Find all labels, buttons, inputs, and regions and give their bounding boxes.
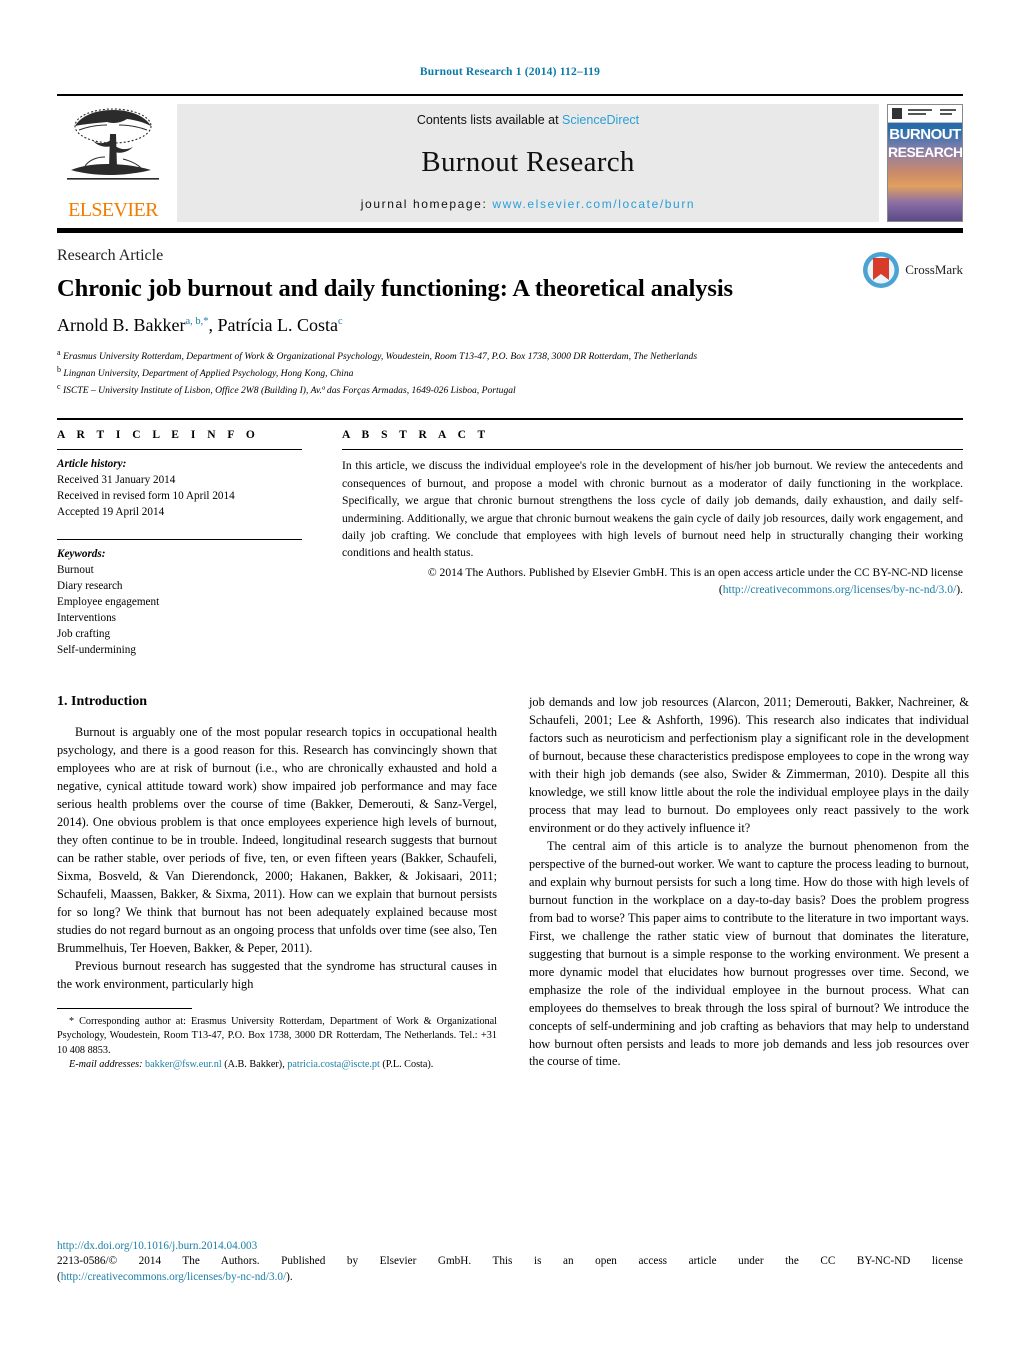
affiliation-text: ISCTE – University Institute of Lisbon, …: [62, 385, 516, 397]
article-header: CrossMark Research Article Chronic job b…: [57, 247, 963, 398]
keyword-item: Burnout: [57, 563, 94, 576]
contents-available-line: Contents lists available at ScienceDirec…: [417, 113, 639, 127]
cc-license-link-footer[interactable]: http://creativecommons.org/licenses/by-n…: [61, 1271, 286, 1283]
elsevier-logo: ELSEVIER: [57, 104, 169, 222]
keyword-item: Interventions: [57, 611, 117, 624]
cover-word-research: RESEARCH: [888, 144, 963, 160]
article-info-column: A R T I C L E I N F O Article history: R…: [57, 429, 302, 658]
affiliation-marker: a: [57, 348, 61, 358]
article-type: Research Article: [57, 247, 164, 264]
crossmark-icon: [863, 252, 900, 288]
article-history-block: Article history: Received 31 January 201…: [57, 457, 302, 521]
article-info-heading: A R T I C L E I N F O: [57, 429, 260, 442]
abstract-divider: [342, 449, 963, 451]
history-item: Accepted 19 April 2014: [57, 506, 165, 519]
affiliation-item: c ISCTE – University Institute of Lisbon…: [57, 381, 963, 398]
author-separator: ,: [208, 315, 218, 336]
email-link-costa[interactable]: patricia.costa@iscte.pt: [287, 1059, 380, 1070]
author-list: Arnold B. Bakkera, b,*, Patrícia L. Cost…: [57, 315, 963, 336]
email-link-bakker[interactable]: bakker@fsw.eur.nl: [145, 1059, 222, 1070]
abstract-heading: A B S T R A C T: [342, 429, 490, 442]
crossmark-badge[interactable]: CrossMark: [862, 251, 963, 289]
email-label: E-mail addresses:: [69, 1059, 143, 1071]
affiliation-item: a Erasmus University Rotterdam, Departme…: [57, 347, 963, 364]
footnote-block: * Corresponding author at: Erasmus Unive…: [57, 1015, 497, 1073]
cover-header-strip: [888, 105, 962, 123]
article-history-label: Article history:: [57, 458, 127, 471]
masthead-center: Contents lists available at ScienceDirec…: [177, 104, 879, 222]
issn-license-line: 2213-0586/© 2014 The Authors. Published …: [57, 1253, 963, 1285]
issn-text: 2213-0586/© 2014 The Authors. Published …: [57, 1254, 963, 1267]
affiliation-text: Lingnan University, Department of Applie…: [63, 368, 354, 380]
history-item: Received 31 January 2014: [57, 474, 176, 487]
abstract-text: In this article, we discuss the individu…: [342, 459, 963, 560]
body-paragraph: Previous burnout research has suggested …: [57, 958, 497, 991]
keyword-item: Employee engagement: [57, 595, 160, 608]
journal-masthead: ELSEVIER Contents lists available at Sci…: [57, 94, 963, 222]
left-column: 1. Introduction Burnout is arguably one …: [57, 694, 497, 1072]
contents-prefix: Contents lists available at: [416, 113, 563, 127]
affiliation-marker: c: [57, 382, 61, 392]
elsevier-tree-icon: [67, 108, 159, 180]
affiliation-marker: b: [57, 365, 61, 375]
email-owner-1: (A.B. Bakker),: [221, 1059, 288, 1071]
running-head: Burnout Research 1 (2014) 112–119: [419, 66, 601, 78]
copyright-suffix: ).: [956, 583, 963, 597]
abstract-column: A B S T R A C T In this article, we disc…: [342, 429, 963, 658]
homepage-url-link[interactable]: www.elsevier.com/locate/burn: [492, 197, 695, 211]
page-footer: http://dx.doi.org/10.1016/j.burn.2014.04…: [57, 1240, 963, 1285]
affiliation-list: a Erasmus University Rotterdam, Departme…: [57, 347, 963, 398]
body-columns: 1. Introduction Burnout is arguably one …: [57, 694, 969, 1072]
affiliation-text: Erasmus University Rotterdam, Department…: [62, 351, 698, 363]
keywords-divider: [57, 539, 302, 541]
journal-title: Burnout Research: [421, 145, 635, 178]
elsevier-wordmark: ELSEVIER: [68, 199, 158, 221]
doi-link[interactable]: http://dx.doi.org/10.1016/j.burn.2014.04…: [57, 1240, 963, 1252]
license-close-paren: ).: [286, 1270, 293, 1283]
keyword-item: Diary research: [57, 579, 123, 592]
cover-word-burnout: BURNOUT: [889, 126, 961, 143]
body-paragraph: Burnout is arguably one of the most popu…: [57, 725, 497, 955]
abstract-copyright: © 2014 The Authors. Published by Elsevie…: [342, 564, 963, 599]
history-item: Received in revised form 10 April 2014: [57, 490, 235, 503]
body-paragraph: job demands and low job resources (Alarc…: [529, 695, 969, 836]
corresponding-author-note: * Corresponding author at: Erasmus Unive…: [57, 1015, 497, 1056]
section-heading-introduction: 1. Introduction: [57, 694, 147, 710]
page-title: Chronic job burnout and daily functionin…: [57, 275, 733, 302]
masthead-bottom-rule: [57, 228, 963, 233]
email-addresses-note: E-mail addresses: bakker@fsw.eur.nl (A.B…: [57, 1058, 497, 1072]
email-owner-2: (P.L. Costa).: [379, 1059, 434, 1071]
author-affiliation-marker: c: [338, 316, 343, 328]
sciencedirect-link[interactable]: ScienceDirect: [562, 113, 639, 127]
homepage-prefix: journal homepage:: [360, 197, 493, 211]
body-paragraph: The central aim of this article is to an…: [529, 839, 969, 1069]
journal-cover-thumbnail: BURNOUT RESEARCH: [887, 104, 963, 222]
info-abstract-band: A R T I C L E I N F O Article history: R…: [57, 418, 963, 658]
author-affiliation-marker: a, b,: [185, 316, 204, 328]
keywords-label: Keywords:: [57, 548, 106, 561]
keyword-item: Self-undermining: [57, 643, 136, 656]
crossmark-label: CrossMark: [905, 262, 963, 277]
keyword-item: Job crafting: [57, 627, 111, 640]
article-page: Burnout Research 1 (2014) 112–119 ELSEVI…: [0, 0, 1020, 1351]
author-name: Patrícia L. Costa: [217, 315, 339, 336]
article-info-divider: [57, 449, 302, 451]
keywords-block: Keywords: Burnout Diary research Employe…: [57, 547, 302, 658]
cc-license-link[interactable]: http://creativecommons.org/licenses/by-n…: [723, 583, 957, 596]
right-column: job demands and low job resources (Alarc…: [529, 694, 969, 1072]
journal-homepage-line: journal homepage: www.elsevier.com/locat…: [361, 197, 695, 211]
footnote-divider: [57, 1007, 192, 1009]
affiliation-item: b Lingnan University, Department of Appl…: [57, 364, 963, 381]
author-name: Arnold B. Bakker: [57, 315, 186, 336]
